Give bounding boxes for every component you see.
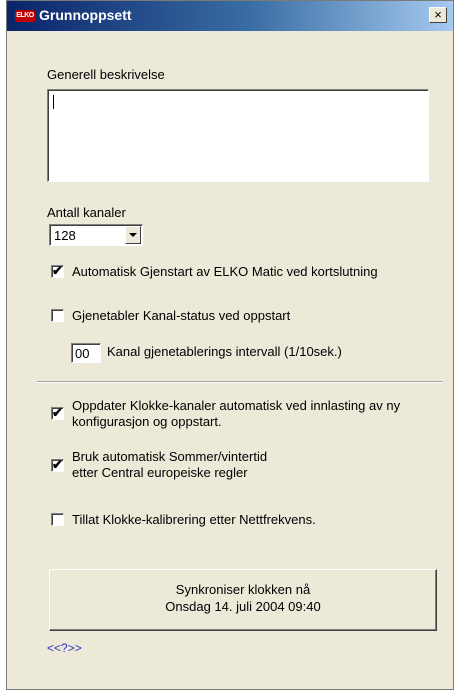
check-icon: ✔ bbox=[52, 263, 63, 278]
interval-label: Kanal gjenetablerings intervall (1/10sek… bbox=[107, 344, 342, 359]
calibration-checkbox[interactable] bbox=[51, 513, 64, 526]
description-textarea[interactable] bbox=[47, 89, 429, 182]
update-clock-label-line1[interactable]: Oppdater Klokke-kanaler automatisk ved i… bbox=[72, 398, 400, 413]
interval-input[interactable]: 00 bbox=[71, 343, 101, 363]
text-caret bbox=[53, 95, 54, 109]
close-button[interactable]: × bbox=[429, 7, 447, 23]
separator bbox=[37, 381, 442, 383]
channels-select-value: 128 bbox=[54, 228, 76, 243]
help-link[interactable]: <<?>> bbox=[47, 641, 82, 655]
restore-status-checkbox[interactable] bbox=[51, 309, 64, 322]
sync-clock-button[interactable]: Synkroniser klokken nå Onsdag 14. juli 2… bbox=[49, 569, 437, 631]
dialog-window: ELKO Grunnoppsett × Generell beskrivelse… bbox=[6, 0, 454, 690]
sync-button-line2: Onsdag 14. juli 2004 09:40 bbox=[165, 599, 321, 614]
check-icon: ✔ bbox=[52, 405, 63, 420]
dst-label-line1[interactable]: Bruk automatisk Sommer/vintertid bbox=[72, 449, 267, 464]
sync-button-line1: Synkroniser klokken nå bbox=[175, 582, 311, 597]
app-icon: ELKO bbox=[15, 10, 35, 22]
auto-restart-checkbox[interactable]: ✔ bbox=[51, 263, 64, 278]
title-bar[interactable]: ELKO Grunnoppsett × bbox=[7, 1, 453, 31]
description-label: Generell beskrivelse bbox=[47, 67, 165, 82]
dst-label-line2[interactable]: etter Central europeiske regler bbox=[72, 465, 248, 480]
update-clock-checkbox[interactable]: ✔ bbox=[51, 405, 64, 420]
update-clock-label-line2[interactable]: konfigurasjon og oppstart. bbox=[72, 414, 222, 429]
channels-label: Antall kanaler bbox=[47, 205, 126, 220]
channels-select[interactable]: 128 bbox=[49, 224, 143, 246]
check-icon: ✔ bbox=[52, 457, 63, 472]
calibration-label[interactable]: Tillat Klokke-kalibrering etter Nettfrek… bbox=[72, 512, 316, 527]
chevron-down-icon[interactable] bbox=[125, 226, 141, 244]
auto-restart-label[interactable]: Automatisk Gjenstart av ELKO Matic ved k… bbox=[72, 264, 378, 279]
dst-checkbox[interactable]: ✔ bbox=[51, 457, 64, 472]
window-title: Grunnoppsett bbox=[39, 7, 132, 23]
restore-status-label[interactable]: Gjenetabler Kanal-status ved oppstart bbox=[72, 308, 290, 323]
